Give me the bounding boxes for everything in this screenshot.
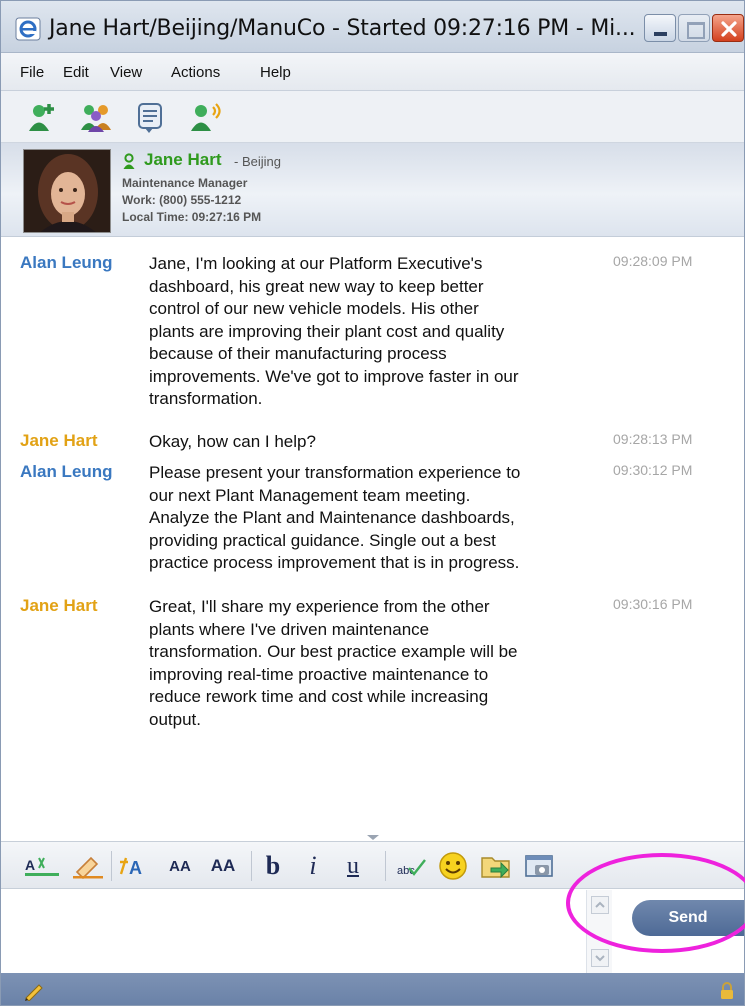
font-icon: A xyxy=(119,857,142,878)
text-color-icon: A xyxy=(25,857,59,876)
chevron-down-icon xyxy=(595,955,605,962)
contact-local-time: Local Time: 09:27:16 PM xyxy=(122,210,262,224)
menu-file[interactable]: File xyxy=(20,64,44,81)
toolbar-separator xyxy=(111,851,112,881)
minimize-button[interactable] xyxy=(644,14,676,42)
highlight-button[interactable] xyxy=(71,852,105,880)
message-time: 09:28:13 PM xyxy=(613,431,693,447)
shrink-font-button[interactable]: AA xyxy=(161,852,199,880)
italic-label: i xyxy=(309,851,317,880)
maximize-button[interactable] xyxy=(678,14,710,42)
message-time: 09:30:12 PM xyxy=(613,462,693,478)
message-text: Great, I'll share my experience from the… xyxy=(149,597,518,729)
message-input[interactable] xyxy=(1,890,584,973)
bold-label: b xyxy=(265,851,281,880)
menu-edit[interactable]: Edit xyxy=(63,64,89,81)
contact-job-title: Maintenance Manager xyxy=(122,176,248,190)
contact-header: Jane Hart - Beijing Maintenance Manager … xyxy=(1,143,744,237)
font-button[interactable]: A xyxy=(117,852,153,880)
grow-font-button[interactable]: AA xyxy=(204,852,242,880)
underline-button[interactable]: u xyxy=(339,852,367,880)
grow-font-label: AA xyxy=(210,856,236,875)
bold-button[interactable]: b xyxy=(259,851,287,880)
svg-text:A: A xyxy=(25,857,35,873)
contact-location: - Beijing xyxy=(234,154,281,169)
highlighter-icon xyxy=(73,856,103,880)
pencil-icon xyxy=(25,984,43,1001)
spell-check-button[interactable]: abc xyxy=(395,852,429,880)
toolbar-separator xyxy=(385,851,386,881)
avatar[interactable] xyxy=(23,149,111,233)
message-sender: Alan Leung xyxy=(20,253,113,272)
close-icon xyxy=(721,21,737,37)
smiley-icon xyxy=(439,852,467,880)
window-title: Jane Hart/Beijing/ManuCo - Started 09:27… xyxy=(49,16,636,41)
chat-window: Jane Hart/Beijing/ManuCo - Started 09:27… xyxy=(0,0,745,1006)
close-button[interactable] xyxy=(712,14,744,42)
message-time: 09:28:09 PM xyxy=(613,253,693,269)
screen-capture-button[interactable] xyxy=(523,852,557,880)
message-text: Please present your transformation exper… xyxy=(149,463,521,572)
chat-history-icon[interactable] xyxy=(133,100,167,134)
voice-call-icon[interactable] xyxy=(189,100,223,134)
presence-icon xyxy=(123,153,135,169)
emoticon-button[interactable] xyxy=(437,852,469,880)
highlight-annotation xyxy=(566,853,745,953)
svg-text:A: A xyxy=(129,858,142,878)
title-bar[interactable]: Jane Hart/Beijing/ManuCo - Started 09:27… xyxy=(1,1,744,53)
message-sender: Alan Leung xyxy=(20,462,113,481)
message-text: Okay, how can I help? xyxy=(149,432,316,451)
status-bar xyxy=(1,973,744,1005)
spell-check-icon: abc xyxy=(397,859,426,877)
underline-label: u xyxy=(347,852,359,879)
add-contact-icon[interactable] xyxy=(25,100,59,134)
toolbar xyxy=(1,91,744,143)
browser-e-icon xyxy=(15,17,41,41)
message-time: 09:30:16 PM xyxy=(613,596,693,612)
message-sender: Jane Hart xyxy=(20,596,98,615)
menu-view[interactable]: View xyxy=(110,64,142,81)
text-color-button[interactable]: A xyxy=(23,852,63,880)
splitter-handle[interactable] xyxy=(367,835,379,840)
toolbar-separator xyxy=(251,851,252,881)
menu-actions[interactable]: Actions xyxy=(171,64,220,81)
contact-work-phone: Work: (800) 555-1212 xyxy=(122,193,242,207)
scroll-down-button[interactable] xyxy=(591,949,609,967)
send-file-button[interactable] xyxy=(479,852,513,880)
send-file-icon xyxy=(481,857,510,879)
shrink-font-label: AA xyxy=(169,857,191,875)
menu-help[interactable]: Help xyxy=(260,64,291,81)
contact-name[interactable]: Jane Hart xyxy=(144,150,221,170)
menu-bar: File Edit View Actions Help xyxy=(1,53,744,91)
italic-button[interactable]: i xyxy=(301,851,325,880)
avatar-photo xyxy=(24,150,110,232)
message-text: Jane, I'm looking at our Platform Execut… xyxy=(149,254,519,408)
message-sender: Jane Hart xyxy=(20,431,98,450)
chat-transcript[interactable]: Alan Leung Jane, I'm looking at our Plat… xyxy=(1,238,744,836)
screen-capture-icon xyxy=(525,855,553,877)
lock-icon xyxy=(721,982,733,999)
group-icon[interactable] xyxy=(79,100,113,134)
